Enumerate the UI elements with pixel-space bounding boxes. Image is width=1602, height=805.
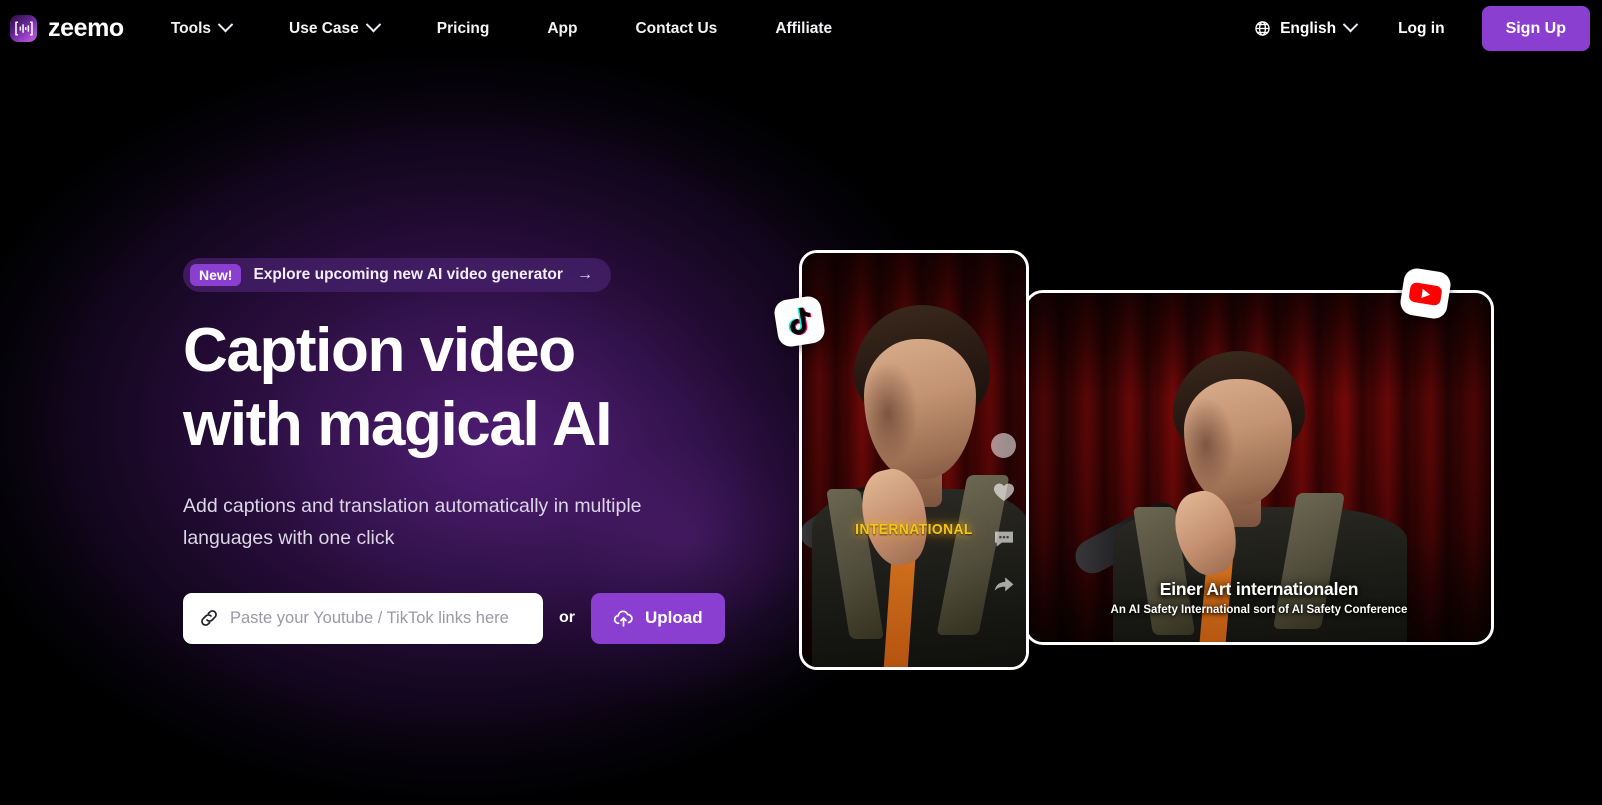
globe-icon [1255, 21, 1270, 36]
link-icon [201, 610, 217, 627]
nav-item-label: Contact Us [635, 19, 718, 37]
page-title: Caption video with magical AI [183, 314, 743, 463]
brand-logo[interactable]: zeemo [10, 15, 124, 42]
new-badge-text: Explore upcoming new AI video generator [253, 266, 563, 283]
heart-icon[interactable] [992, 480, 1016, 504]
page-root: zeemo Tools Use Case Pricing App Contact… [0, 0, 1602, 805]
waveform-icon [10, 15, 37, 42]
tiktok-caption: INTERNATIONAL [855, 521, 973, 538]
tiktok-icon [788, 307, 811, 336]
nav-item-contact-us[interactable]: Contact Us [635, 13, 717, 45]
nav-item-app[interactable]: App [547, 13, 577, 45]
youtube-caption-primary: Einer Art internationalen [1159, 579, 1359, 599]
new-feature-banner[interactable]: New! Explore upcoming new AI video gener… [183, 258, 611, 292]
login-link[interactable]: Log in [1398, 20, 1445, 38]
headline-line-2: with magical AI [183, 390, 612, 460]
hero-action-row: or Upload [183, 592, 743, 644]
headline-line-1: Caption video [183, 316, 576, 385]
brand-name: zeemo [48, 14, 124, 42]
language-label: English [1280, 19, 1337, 37]
nav-item-label: Use Case [289, 19, 359, 37]
nav-item-label: App [547, 19, 578, 37]
arrow-right-icon: → [576, 266, 593, 283]
tiktok-video-frame: INTERNATIONAL [802, 253, 1026, 667]
nav-item-label: Pricing [436, 19, 490, 37]
youtube-icon [1409, 282, 1442, 305]
nav-right-cluster: English Log in Sign Up [1254, 0, 1602, 57]
hero-subtitle: Add captions and translation automatical… [183, 494, 642, 549]
share-icon[interactable] [992, 572, 1016, 596]
chevron-down-icon [365, 16, 382, 32]
tiktok-social-rail [991, 433, 1016, 596]
upload-button-label: Upload [645, 608, 703, 628]
upload-button[interactable]: Upload [591, 592, 725, 644]
or-separator-label: or [559, 609, 575, 627]
youtube-video-frame: Einer Art internationalen An AI Safety I… [1027, 293, 1491, 642]
nav-item-label: Affiliate [775, 19, 833, 37]
language-selector[interactable]: English [1254, 16, 1359, 38]
comment-icon[interactable] [992, 526, 1016, 550]
tiktok-video-card[interactable]: INTERNATIONAL [799, 250, 1029, 670]
tiktok-platform-badge [772, 294, 827, 349]
url-input[interactable] [230, 608, 527, 628]
chevron-down-icon [217, 16, 234, 32]
hero-media-showcase: Einer Art internationalen An AI Safety I… [760, 230, 1560, 670]
avatar[interactable] [991, 433, 1016, 458]
url-input-wrapper[interactable] [183, 592, 543, 644]
youtube-video-card[interactable]: Einer Art internationalen An AI Safety I… [1024, 290, 1494, 645]
nav-item-tools[interactable]: Tools [170, 13, 234, 45]
signup-button[interactable]: Sign Up [1481, 6, 1590, 51]
hero-content: New! Explore upcoming new AI video gener… [183, 258, 743, 644]
nav-item-pricing[interactable]: Pricing [437, 13, 490, 45]
nav-item-affiliate[interactable]: Affiliate [775, 13, 832, 45]
top-navigation-bar: zeemo Tools Use Case Pricing App Contact… [0, 0, 1602, 57]
nav-item-use-case[interactable]: Use Case [289, 13, 382, 45]
youtube-caption-secondary: An AI Safety International sort of AI Sa… [1110, 604, 1408, 616]
new-badge-chip: New! [190, 264, 242, 286]
youtube-platform-badge [1398, 266, 1453, 321]
cloud-upload-icon [613, 610, 633, 627]
chevron-down-icon [1342, 16, 1359, 32]
nav-item-label: Tools [170, 19, 211, 37]
nav-links: Tools Use Case Pricing App Contact Us Af… [171, 13, 832, 45]
